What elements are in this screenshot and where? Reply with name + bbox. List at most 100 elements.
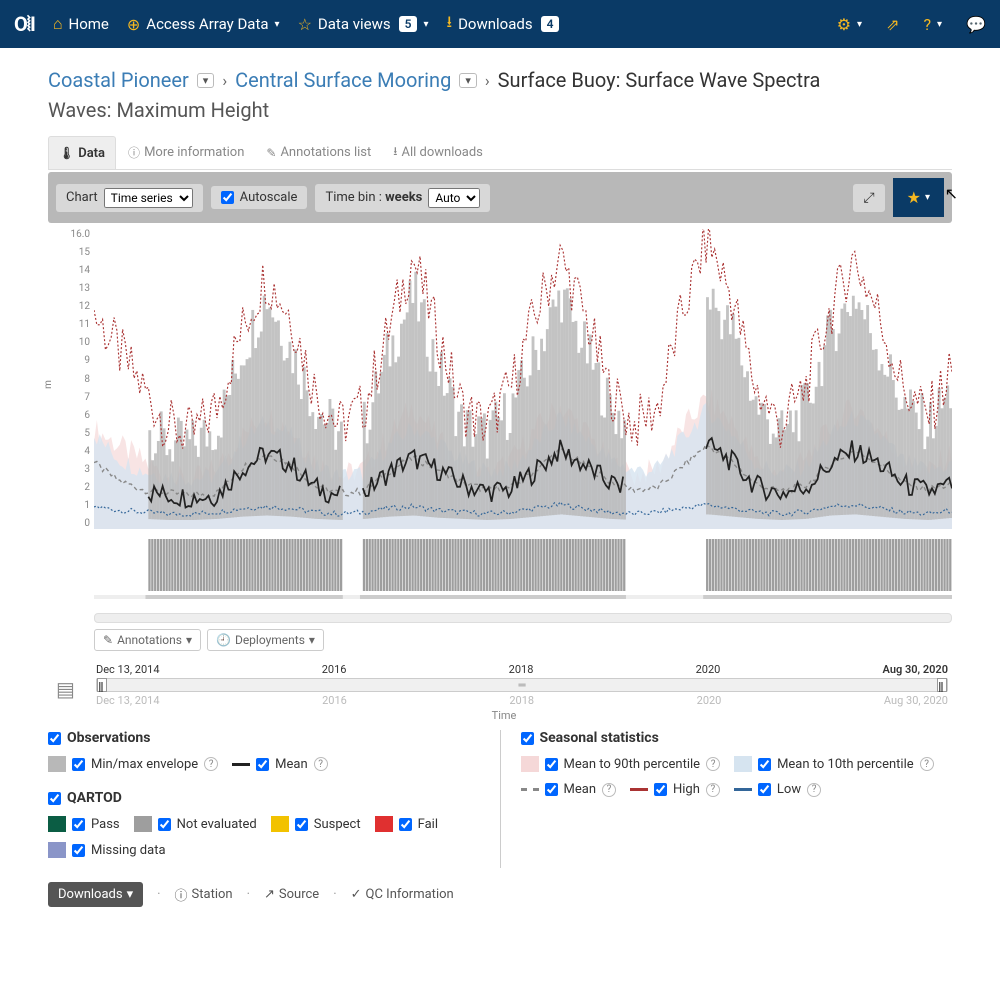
pencil-icon: ✎ [266,146,276,160]
tab-more-info[interactable]: ⓘMore information [118,136,254,169]
source-link[interactable]: ↗Source [264,887,319,902]
views-badge: 5 [399,16,418,32]
external-icon: ↗ [264,887,275,902]
minmax-toggle[interactable] [72,758,85,771]
grip-icon: ═ [518,680,525,691]
download-icon: ⭳ [393,142,397,163]
info-icon: ⓘ [175,885,188,904]
p90-toggle[interactable] [545,758,558,771]
observations-toggle[interactable] [48,732,61,745]
breadcrumb-l1-dropdown[interactable]: ▾ [197,73,215,88]
observations-label: Observations [67,730,150,746]
smean-toggle[interactable] [545,783,558,796]
help-icon[interactable]: ? [706,757,720,771]
fullscreen-button[interactable]: ⤢ [853,184,884,212]
nav-home[interactable]: ⌂ Home [53,14,109,34]
time-track[interactable]: ‖ ═ ‖ [96,678,948,692]
caret-icon: ▾ [423,19,428,30]
breadcrumb-l2[interactable]: Central Surface Mooring [235,68,451,92]
pass-swatch [48,816,66,832]
help-icon[interactable]: ? [706,783,720,797]
p10-swatch [734,756,752,772]
noteval-toggle[interactable] [158,818,171,831]
chart-type-label: Chart [66,190,98,205]
high-toggle[interactable] [654,783,667,796]
y-axis: 16.01514131211109876543210 [68,229,90,529]
clock-icon: 🕘 [216,633,231,647]
save-view-button[interactable]: ★▾ [893,178,944,217]
chart-area: m 16.01514131211109876543210 [48,229,952,609]
nav-array-data[interactable]: ⊕ Access Array Data ▾ [127,15,280,34]
downloads-badge: 4 [541,16,560,32]
caret-icon: ▾ [857,19,862,30]
caret-icon: ▾ [186,633,192,647]
suspect-swatch [271,816,289,832]
settings-menu[interactable]: ⚙▾ [837,15,862,34]
high-swatch [630,788,648,791]
nav-home-label: Home [69,15,109,33]
annotations-button[interactable]: ✎Annotations ▾ [94,629,201,651]
time-end-label: Aug 30, 2020 [883,663,948,676]
autoscale-checkbox[interactable] [221,191,234,204]
globe-icon: ⊕ [127,15,140,34]
help-menu[interactable]: ?▾ [923,15,942,34]
time-tick: 2016 [322,663,347,676]
check-icon: ✓ [351,887,362,902]
breadcrumb-l2-dropdown[interactable]: ▾ [459,73,477,88]
tab-all-downloads[interactable]: ⭳All downloads [383,136,493,169]
tab-data[interactable]: 🌡Data [48,136,116,169]
chevron-right-icon: › [485,71,490,90]
seasonal-toggle[interactable] [521,732,534,745]
station-link[interactable]: ⓘStation [175,885,233,904]
pass-toggle[interactable] [72,818,85,831]
fail-toggle[interactable] [399,818,412,831]
time-handle-start[interactable]: ‖ [97,678,107,692]
mean-swatch [232,763,250,766]
timebin-group: Time bin : weeks Auto [315,184,490,212]
help-icon: ? [923,15,931,34]
qartod-toggle[interactable] [48,792,61,805]
nav-downloads-label: Downloads [458,15,533,33]
chart-type-select[interactable]: Time series [104,188,193,208]
time-tick: 2020 [696,663,721,676]
nav-downloads[interactable]: ⭳ Downloads 4 [446,11,559,38]
p10-toggle[interactable] [758,758,771,771]
minmax-swatch [48,756,66,772]
time-handle-end[interactable]: ‖ [937,678,947,692]
cursor-icon: ↖ [945,184,958,203]
deployments-button[interactable]: 🕘Deployments ▾ [207,629,324,651]
breadcrumb-l3: Surface Buoy: Surface Wave Spectra [498,68,821,92]
gear-icon: ⚙ [837,15,851,34]
missing-swatch [48,842,66,858]
timebin-select[interactable]: Auto [428,188,480,208]
feedback-icon[interactable]: 💬 [966,15,986,34]
qc-bars [94,539,952,599]
chart-scrollbar[interactable] [94,613,952,623]
nav-data-views[interactable]: ☆ Data views 5 ▾ [298,15,429,34]
fail-swatch [375,816,393,832]
plot-canvas[interactable] [94,229,952,529]
tabs: 🌡Data ⓘMore information ✎Annotations lis… [48,136,952,170]
legend: Observations Min/max envelope? Mean? QAR… [48,730,952,868]
breadcrumb-l1[interactable]: Coastal Pioneer [48,68,189,92]
tab-annotations-list[interactable]: ✎Annotations list [256,136,381,169]
help-icon[interactable]: ? [807,783,821,797]
caret-icon: ▾ [127,887,134,902]
noteval-swatch [134,816,152,832]
low-toggle[interactable] [758,783,771,796]
home-icon: ⌂ [53,14,63,34]
chart-toolbar: Chart Time series Autoscale Time bin : w… [48,172,952,223]
help-icon[interactable]: ? [204,757,218,771]
downloads-button[interactable]: Downloads ▾ [48,882,143,907]
mean-toggle[interactable] [256,758,269,771]
autoscale-group: Autoscale [211,186,308,209]
missing-toggle[interactable] [72,844,85,857]
calendar-icon[interactable]: ▤ [56,677,75,701]
suspect-toggle[interactable] [295,818,308,831]
help-icon[interactable]: ? [602,783,616,797]
qc-link[interactable]: ✓QC Information [351,887,454,902]
help-icon[interactable]: ? [920,757,934,771]
help-icon[interactable]: ? [314,757,328,771]
star-icon: ★ [907,188,921,207]
share-icon[interactable]: ⇗ [886,15,899,34]
